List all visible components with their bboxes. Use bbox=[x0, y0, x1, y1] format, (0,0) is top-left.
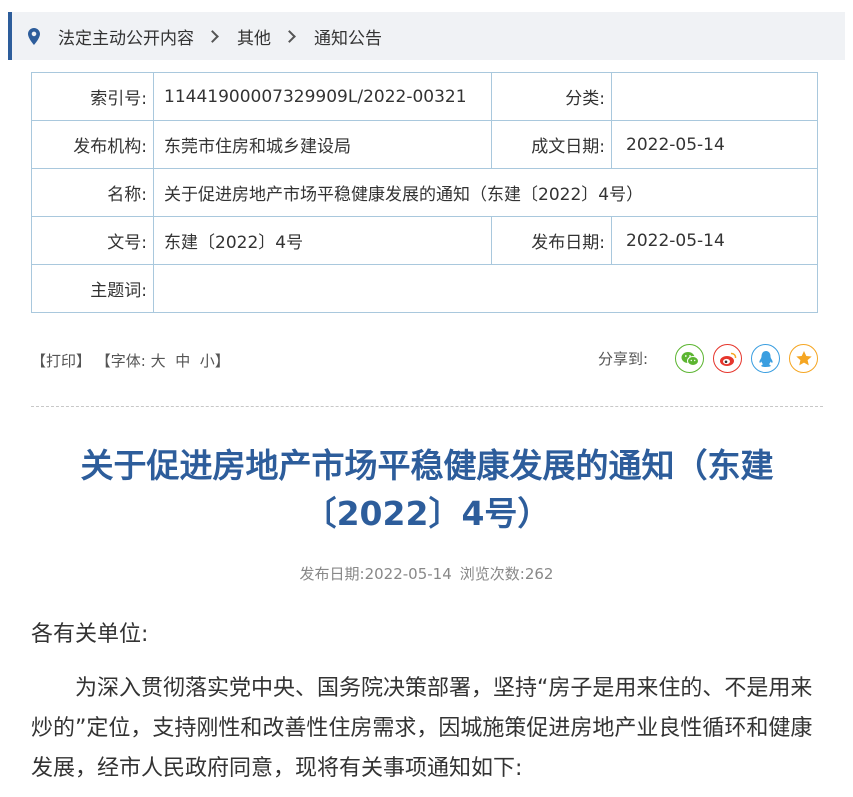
chevron-right-icon bbox=[283, 29, 296, 43]
issuer-label: 发布机构: bbox=[31, 120, 154, 169]
meta-row-docno: 文号: 东建〔2022〕4号 发布日期: 2022-05-14 bbox=[31, 216, 818, 265]
breadcrumb-item-notices[interactable]: 通知公告 bbox=[314, 24, 382, 49]
breadcrumb-item-other[interactable]: 其他 bbox=[237, 24, 271, 49]
font-large-button[interactable]: 大 bbox=[151, 352, 166, 370]
article-title: 关于促进房地产市场平稳健康发展的通知（东建 〔2022〕4号） bbox=[31, 442, 823, 538]
chevron-right-icon bbox=[206, 29, 219, 43]
article-title-line-1: 关于促进房地产市场平稳健康发展的通知（东建 bbox=[80, 446, 774, 485]
article-salutation: 各有关单位: bbox=[31, 622, 149, 647]
share-bar: 分享到: bbox=[598, 344, 818, 373]
article-publish-info: 发布日期:2022-05-14 浏览次数:262 bbox=[0, 563, 853, 584]
dashed-divider bbox=[31, 406, 823, 407]
docno-label: 文号: bbox=[31, 216, 154, 265]
font-medium-button[interactable]: 中 bbox=[175, 352, 190, 370]
print-button[interactable]: 【打印】 bbox=[31, 352, 91, 370]
breadcrumb-item-public-content[interactable]: 法定主动公开内容 bbox=[58, 24, 194, 49]
article-tools: 【打印】 【字体: 大 中 小】 bbox=[31, 350, 230, 371]
meta-row-index: 索引号: 11441900007329909L/2022-00321 分类: bbox=[31, 72, 818, 121]
article-title-line-2: 〔2022〕4号） bbox=[303, 494, 551, 533]
category-label: 分类: bbox=[491, 72, 612, 121]
meta-row-issuer: 发布机构: 东莞市住房和城乡建设局 成文日期: 2022-05-14 bbox=[31, 120, 818, 169]
location-pin-icon bbox=[28, 26, 42, 46]
name-value: 关于促进房地产市场平稳健康发展的通知（东建〔2022〕4号） bbox=[153, 168, 818, 217]
meta-row-keywords: 主题词: bbox=[31, 264, 818, 313]
written-date-label: 成文日期: bbox=[491, 120, 612, 169]
article-view-count: 浏览次数:262 bbox=[459, 565, 554, 583]
qq-icon[interactable] bbox=[751, 344, 780, 373]
keywords-label: 主题词: bbox=[31, 264, 154, 313]
share-label: 分享到: bbox=[597, 350, 648, 368]
breadcrumb: 法定主动公开内容 其他 通知公告 bbox=[8, 12, 845, 60]
index-label: 索引号: bbox=[31, 72, 154, 121]
publish-date-label: 发布日期: bbox=[491, 216, 612, 265]
article-toolbar: 【打印】 【字体: 大 中 小】 分享到: bbox=[31, 344, 818, 376]
font-size-label: 【字体: bbox=[95, 352, 146, 370]
written-date-value: 2022-05-14 bbox=[611, 120, 818, 169]
name-label: 名称: bbox=[31, 168, 154, 217]
article-paragraph: 为深入贯彻落实党中央、国务院决策部署，坚持“房子是用来住的、不是用来炒的”定位，… bbox=[31, 676, 813, 781]
font-small-button[interactable]: 小 bbox=[200, 352, 215, 370]
article-body: 各有关单位: 为深入贯彻落实党中央、国务院决策部署，坚持“房子是用来住的、不是用… bbox=[31, 616, 823, 789]
qzone-icon[interactable] bbox=[789, 344, 818, 373]
category-value bbox=[611, 72, 818, 121]
publish-date-value: 2022-05-14 bbox=[611, 216, 818, 265]
docno-value: 东建〔2022〕4号 bbox=[153, 216, 492, 265]
font-size-close: 】 bbox=[214, 352, 230, 370]
wechat-icon[interactable] bbox=[675, 344, 704, 373]
article-publish-date: 发布日期:2022-05-14 bbox=[299, 565, 452, 583]
document-meta-table: 索引号: 11441900007329909L/2022-00321 分类: 发… bbox=[31, 72, 818, 313]
keywords-value bbox=[153, 264, 818, 313]
weibo-icon[interactable] bbox=[713, 344, 742, 373]
meta-row-name: 名称: 关于促进房地产市场平稳健康发展的通知（东建〔2022〕4号） bbox=[31, 168, 818, 217]
index-value: 11441900007329909L/2022-00321 bbox=[153, 72, 492, 121]
issuer-value: 东莞市住房和城乡建设局 bbox=[153, 120, 492, 169]
